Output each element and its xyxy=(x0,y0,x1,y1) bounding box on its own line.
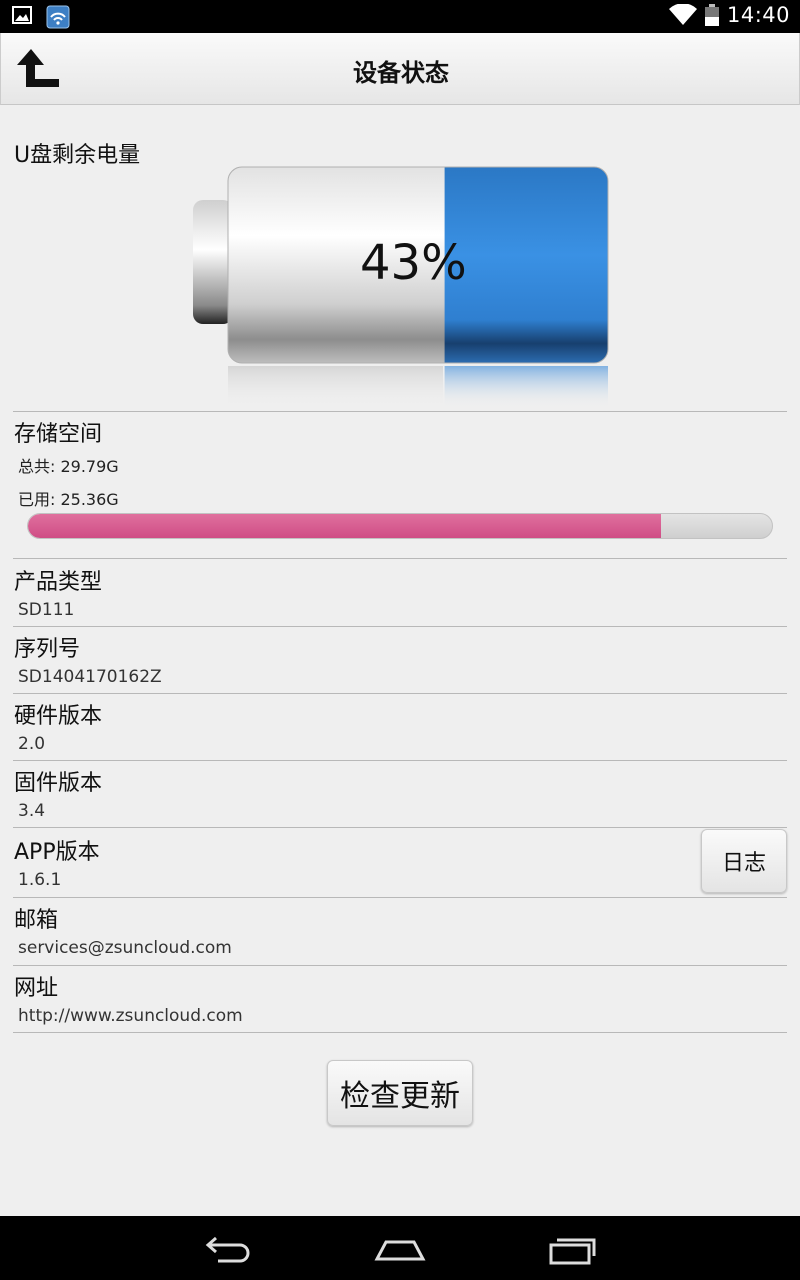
notification-icons xyxy=(12,5,70,29)
device-status-screen: 设备状态 U盘剩余电量 43% 存储空间 总共: 29.79G 已用: 25.3… xyxy=(0,33,800,1216)
website-value: http://www.zsuncloud.com xyxy=(18,1006,243,1026)
battery-percent: 43% xyxy=(360,235,467,291)
nav-recents-icon[interactable] xyxy=(548,1232,598,1266)
divider xyxy=(13,897,787,898)
storage-total: 总共: 29.79G xyxy=(18,457,119,476)
page-title: 设备状态 xyxy=(353,59,449,87)
email-title: 邮箱 xyxy=(14,908,59,933)
check-update-button[interactable]: 检查更新 xyxy=(327,1060,473,1126)
divider xyxy=(13,626,787,627)
divider xyxy=(13,827,787,828)
wifi-signal-icon xyxy=(668,4,697,25)
wifi-app-notification-icon xyxy=(46,5,70,29)
divider xyxy=(13,965,787,966)
serial-number-title: 序列号 xyxy=(14,637,81,662)
hardware-version-title: 硬件版本 xyxy=(14,704,103,729)
firmware-version-title: 固件版本 xyxy=(14,771,103,796)
divider xyxy=(13,693,787,694)
email-value: services@zsuncloud.com xyxy=(18,938,232,958)
hardware-version-value: 2.0 xyxy=(18,734,46,754)
product-type-title: 产品类型 xyxy=(14,570,103,595)
gallery-notification-icon xyxy=(12,6,32,24)
app-version-value: 1.6.1 xyxy=(18,870,62,890)
serial-number-value: SD1404170162Z xyxy=(18,667,162,687)
log-button[interactable]: 日志 xyxy=(701,829,787,893)
storage-used: 已用: 25.36G xyxy=(18,490,119,509)
divider xyxy=(13,411,787,412)
website-title: 网址 xyxy=(14,976,59,1001)
divider xyxy=(13,760,787,761)
divider xyxy=(13,1032,787,1033)
system-nav-bar xyxy=(0,1216,800,1280)
nav-home-icon[interactable] xyxy=(374,1232,426,1266)
storage-usage-bar xyxy=(27,513,773,539)
battery-gauge: 43% xyxy=(190,163,620,413)
battery-label: U盘剩余电量 xyxy=(14,143,141,168)
clock: 14:40 xyxy=(726,3,790,27)
storage-label: 存储空间 xyxy=(14,422,103,447)
battery-level-fill xyxy=(444,167,608,363)
divider xyxy=(13,558,787,559)
nav-back-icon[interactable] xyxy=(204,1232,254,1266)
status-bar: 14:40 xyxy=(0,0,800,33)
app-version-title: APP版本 xyxy=(14,840,100,865)
battery-icon xyxy=(704,4,719,26)
title-bar: 设备状态 xyxy=(0,33,800,105)
storage-usage-fill xyxy=(28,514,662,538)
firmware-version-value: 3.4 xyxy=(18,801,46,821)
product-type-value: SD111 xyxy=(18,600,75,620)
